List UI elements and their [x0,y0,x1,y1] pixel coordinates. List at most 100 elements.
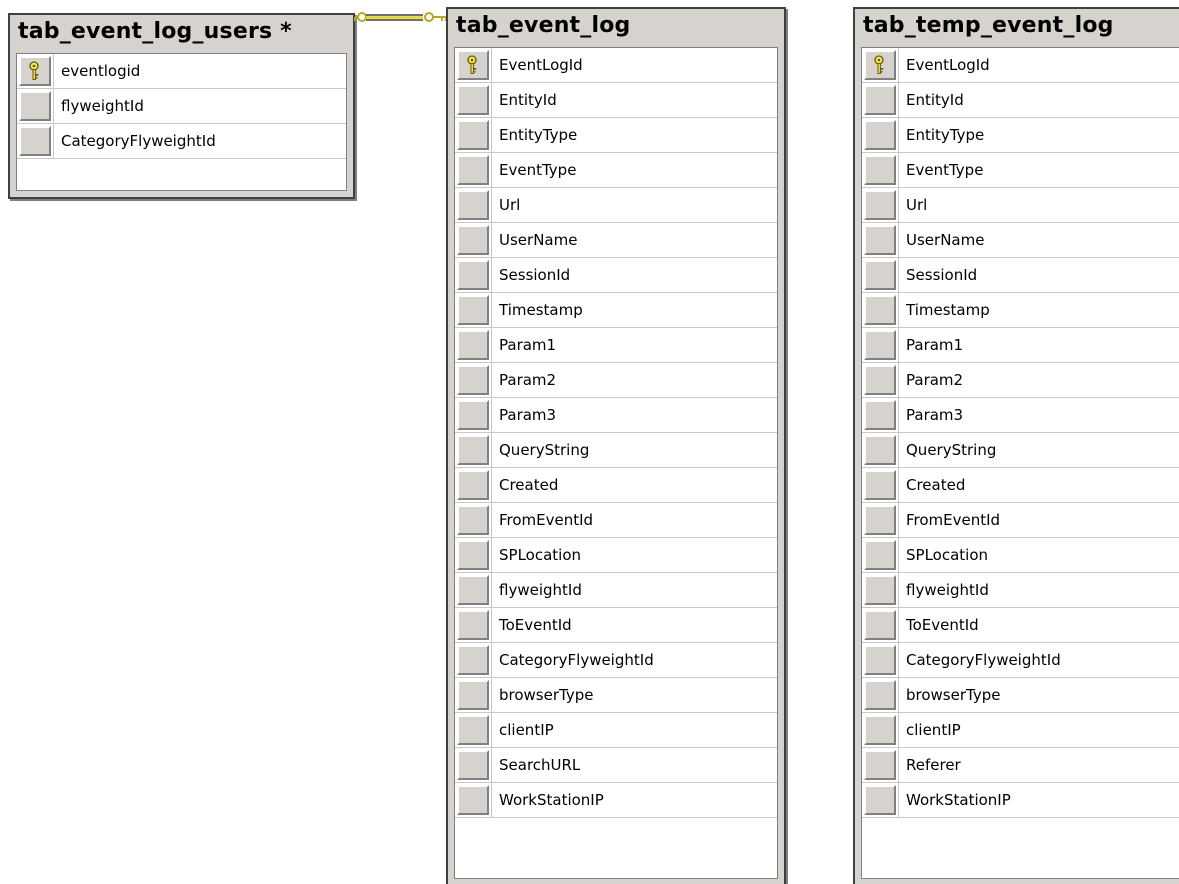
column-row[interactable]: CategoryFlyweightId [862,643,1179,678]
column-row[interactable]: Param1 [862,328,1179,363]
row-selector[interactable] [457,715,489,745]
column-row[interactable]: eventlogid [17,54,346,89]
column-row[interactable]: Timestamp [862,293,1179,328]
column-row[interactable]: flyweightId [455,573,777,608]
column-row[interactable]: UserName [455,223,777,258]
column-row[interactable]: Url [455,188,777,223]
column-row[interactable]: SessionId [455,258,777,293]
column-row[interactable]: browserType [455,678,777,713]
row-selector[interactable] [457,400,489,430]
row-selector[interactable] [457,435,489,465]
column-row[interactable]: Param1 [455,328,777,363]
column-row[interactable]: flyweightId [862,573,1179,608]
row-selector[interactable] [864,715,896,745]
row-selector[interactable] [457,645,489,675]
column-row[interactable]: QueryString [862,433,1179,468]
column-row[interactable]: QueryString [455,433,777,468]
table-tab-temp-event-log[interactable]: tab_temp_event_log EventLogIdEntityIdEnt… [853,7,1179,884]
row-selector[interactable] [457,785,489,815]
row-selector[interactable] [457,680,489,710]
column-row[interactable]: Url [862,188,1179,223]
column-row[interactable]: CategoryFlyweightId [455,643,777,678]
row-selector[interactable] [864,120,896,150]
row-selector[interactable] [457,50,489,80]
column-row[interactable]: WorkStationIP [862,783,1179,818]
row-selector[interactable] [457,505,489,535]
column-row[interactable]: SearchURL [455,748,777,783]
column-row[interactable]: FromEventId [862,503,1179,538]
row-selector[interactable] [457,470,489,500]
row-selector[interactable] [457,365,489,395]
table-title[interactable]: tab_event_log_users * [10,15,353,49]
row-selector[interactable] [457,295,489,325]
column-row[interactable]: EventType [455,153,777,188]
column-row[interactable]: SessionId [862,258,1179,293]
row-selector[interactable] [864,785,896,815]
column-row[interactable]: flyweightId [17,89,346,124]
row-selector[interactable] [864,645,896,675]
column-row[interactable]: SPLocation [862,538,1179,573]
table-tab-event-log[interactable]: tab_event_log EventLogIdEntityIdEntityTy… [446,7,786,884]
row-selector[interactable] [864,400,896,430]
row-selector[interactable] [457,225,489,255]
column-row[interactable]: SPLocation [455,538,777,573]
table-tab-event-log-users[interactable]: tab_event_log_users * eventlogidflyweigh… [8,13,355,199]
column-row[interactable]: EntityType [862,118,1179,153]
row-selector[interactable] [457,610,489,640]
column-row[interactable]: clientIP [862,713,1179,748]
row-selector[interactable] [19,56,51,86]
column-row[interactable]: Param3 [862,398,1179,433]
row-selector[interactable] [864,750,896,780]
row-selector[interactable] [864,680,896,710]
row-selector[interactable] [864,295,896,325]
column-row[interactable]: Param2 [862,363,1179,398]
row-selector[interactable] [864,225,896,255]
row-selector[interactable] [864,365,896,395]
column-row[interactable]: WorkStationIP [455,783,777,818]
column-row[interactable]: ToEventId [862,608,1179,643]
column-row[interactable]: CategoryFlyweightId [17,124,346,159]
row-selector[interactable] [457,750,489,780]
row-selector[interactable] [864,50,896,80]
column-row[interactable]: FromEventId [455,503,777,538]
row-selector[interactable] [864,435,896,465]
column-row[interactable]: Param3 [455,398,777,433]
row-selector[interactable] [864,85,896,115]
row-selector[interactable] [457,330,489,360]
column-row[interactable]: EventLogId [455,48,777,83]
column-row[interactable]: Timestamp [455,293,777,328]
table-title[interactable]: tab_temp_event_log [855,9,1179,43]
column-row[interactable]: UserName [862,223,1179,258]
row-selector[interactable] [457,120,489,150]
row-selector[interactable] [864,505,896,535]
column-row[interactable]: Referer [862,748,1179,783]
row-selector[interactable] [457,155,489,185]
column-row[interactable]: Param2 [455,363,777,398]
row-selector[interactable] [864,575,896,605]
row-selector[interactable] [19,91,51,121]
column-row[interactable]: EntityId [862,83,1179,118]
column-row[interactable]: EventType [862,153,1179,188]
row-selector[interactable] [457,85,489,115]
row-selector[interactable] [19,126,51,156]
column-row[interactable]: clientIP [455,713,777,748]
row-selector[interactable] [864,540,896,570]
column-row[interactable]: ToEventId [455,608,777,643]
row-selector[interactable] [457,260,489,290]
row-selector[interactable] [864,330,896,360]
column-row[interactable]: browserType [862,678,1179,713]
table-title[interactable]: tab_event_log [448,9,784,43]
row-selector[interactable] [864,155,896,185]
row-selector[interactable] [864,260,896,290]
column-row[interactable]: EntityId [455,83,777,118]
column-row[interactable]: Created [862,468,1179,503]
column-row[interactable]: EntityType [455,118,777,153]
row-selector[interactable] [457,575,489,605]
row-selector[interactable] [864,190,896,220]
relationship-connector[interactable] [353,8,449,34]
column-row[interactable]: EventLogId [862,48,1179,83]
row-selector[interactable] [864,470,896,500]
row-selector[interactable] [457,190,489,220]
row-selector[interactable] [864,610,896,640]
row-selector[interactable] [457,540,489,570]
